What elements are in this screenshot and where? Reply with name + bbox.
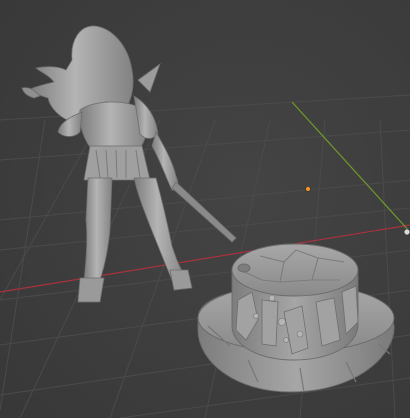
viewport-canvas[interactable]: [0, 0, 410, 418]
light-marker-icon[interactable]: [403, 228, 410, 236]
3d-viewport[interactable]: [0, 0, 410, 418]
origin-marker-icon[interactable]: [305, 186, 311, 192]
